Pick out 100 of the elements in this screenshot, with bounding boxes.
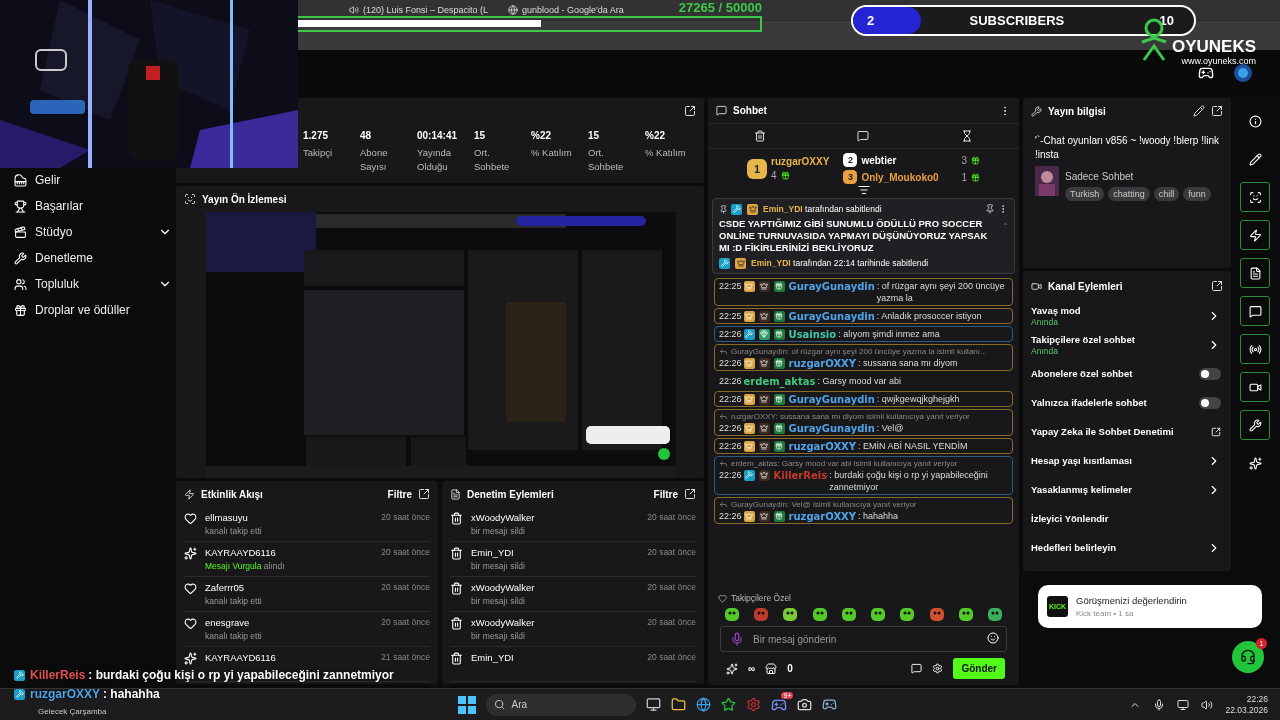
filter-button[interactable]: Filtre — [653, 488, 678, 500]
trash-icon — [450, 547, 463, 560]
windows-icon[interactable] — [458, 695, 477, 714]
stat-value: 00:14:41 — [417, 130, 459, 141]
user-name[interactable]: erdem_aktas — [743, 375, 816, 388]
toggle-switch[interactable] — [1199, 396, 1221, 409]
rail-button[interactable] — [1240, 182, 1270, 212]
user-name[interactable]: ruzgarOXXY — [788, 510, 857, 523]
browser-tab[interactable]: gunblood - Google'da Ara — [504, 1, 659, 19]
user-name[interactable]: GurayGunaydin — [788, 422, 875, 435]
chat-icon[interactable] — [857, 130, 870, 142]
stat-value: %22 — [645, 130, 666, 141]
rail-button[interactable] — [1240, 258, 1270, 288]
browser-tab[interactable]: (120) Luis Fonsi – Despacito (L — [345, 1, 500, 19]
edit-icon[interactable] — [1193, 105, 1205, 117]
popout-icon[interactable] — [1211, 105, 1223, 117]
message-input[interactable]: Bir mesaj gönderin — [720, 626, 1007, 652]
emote-icon[interactable] — [724, 606, 740, 622]
timestamp: 22:26 — [719, 328, 742, 340]
stat-value: 1.275 — [303, 130, 330, 141]
user-name[interactable]: Usainsio — [788, 328, 837, 341]
panel-title: Sohbet — [733, 105, 768, 116]
user-name[interactable]: GurayGunaydin — [788, 310, 875, 323]
user-name: xWoodyWalker — [471, 617, 536, 628]
pin-icon[interactable] — [985, 204, 995, 214]
subscriber-label: SUBSCRIBERS — [968, 13, 1066, 28]
volume-icon[interactable] — [1201, 698, 1214, 711]
network-icon[interactable] — [1177, 698, 1190, 711]
gift-icon — [970, 172, 980, 182]
emote-icon[interactable] — [782, 606, 799, 622]
heart-icon — [184, 617, 197, 630]
external-link-icon[interactable] — [1211, 426, 1221, 437]
user-name[interactable]: GurayGunaydin — [788, 280, 875, 293]
message-text: : qwjkgewqjkghejgkh — [876, 393, 961, 405]
folder-icon[interactable] — [671, 697, 687, 712]
trash-icon[interactable] — [753, 130, 766, 142]
popout-icon[interactable] — [684, 488, 696, 500]
emote-icon[interactable] — [811, 606, 828, 622]
settings-icon[interactable] — [932, 663, 944, 674]
popout-icon[interactable] — [418, 488, 430, 500]
emote-icon[interactable] — [986, 606, 1003, 622]
store-icon[interactable] — [765, 662, 778, 675]
action-value: Anında — [1031, 316, 1059, 327]
mic-icon[interactable] — [1153, 698, 1166, 711]
user-name[interactable]: ruzgarOXXY — [788, 440, 857, 453]
nav-item[interactable]: Topluluk — [14, 274, 172, 294]
toast-title: Görüşmenizi değerlendirin — [1076, 595, 1187, 606]
user-name: ellmasuyu — [205, 512, 249, 523]
emote-icon[interactable] — [957, 606, 974, 622]
user-name: enesgrave — [205, 617, 251, 628]
nav-item[interactable]: Stüdyo — [14, 222, 172, 242]
subscriber-target: 10 — [1158, 13, 1175, 28]
task-view-icon[interactable] — [646, 697, 662, 712]
emote-icon[interactable] — [870, 606, 887, 622]
nav-item[interactable]: Denetleme — [14, 248, 172, 268]
document-icon — [450, 488, 461, 500]
timestamp: 20 saat önce — [647, 547, 696, 557]
rail-button[interactable] — [1240, 220, 1270, 250]
emote-icon[interactable] — [928, 606, 945, 622]
taskbar-search[interactable]: Ara — [486, 693, 637, 716]
message-text: : sussana sana mı diyom — [858, 357, 959, 369]
emote-icon[interactable] — [899, 606, 916, 622]
rail-button[interactable] — [1240, 296, 1270, 326]
nav-item[interactable]: Başarılar — [14, 196, 172, 216]
rail-button[interactable] — [1240, 410, 1270, 440]
panel-title: Etkinlik Akışı — [201, 488, 264, 500]
nav-item[interactable]: Droplar ve ödüller — [14, 300, 172, 320]
user-name[interactable]: GurayGunaydin — [788, 393, 875, 406]
points-icon — [726, 662, 738, 675]
toggle-switch[interactable] — [1199, 367, 1221, 380]
message-text: : of rüzgar aynı şeyi 200 üncüye yazma la — [876, 280, 1006, 304]
nav-item[interactable]: Gelir — [14, 170, 172, 190]
popout-icon[interactable] — [684, 105, 696, 117]
timestamp: 20 saat önce — [381, 617, 430, 627]
filter-icon[interactable] — [857, 184, 870, 196]
controller-icon[interactable] — [822, 697, 838, 712]
logo-url: www.oyuneks.com — [1181, 56, 1257, 66]
rail-button[interactable] — [1240, 334, 1270, 364]
reply-icon — [719, 500, 728, 509]
user-name[interactable]: ruzgarOXXY — [788, 357, 857, 370]
pinned-by: Emin_YDI tarafından sabitlendi — [763, 203, 882, 215]
popout-icon[interactable] — [1211, 280, 1223, 292]
category-name: Sadece Sohbet — [1065, 171, 1134, 182]
gift-icon — [780, 171, 790, 180]
clock-date: 22.03.2026 — [1225, 705, 1268, 715]
user-name: Emin_YDI — [471, 547, 515, 558]
goal-reading: 27265 / 50000 — [678, 0, 762, 16]
emote-icon[interactable] — [840, 606, 857, 622]
browser-icon[interactable] — [696, 697, 712, 712]
wrench-icon — [14, 251, 27, 265]
app-icon[interactable] — [721, 697, 737, 712]
rail-button[interactable] — [1240, 372, 1270, 402]
emoji-icon[interactable] — [987, 632, 999, 644]
filter-button[interactable]: Filtre — [387, 488, 412, 500]
rank-badge: 2 — [843, 153, 858, 167]
send-button[interactable]: Gönder — [953, 658, 1005, 679]
hourglass-icon[interactable] — [961, 130, 974, 142]
gear-icon[interactable] — [746, 697, 762, 712]
action-value: Anında — [1031, 345, 1059, 356]
camera-icon[interactable] — [797, 697, 813, 712]
